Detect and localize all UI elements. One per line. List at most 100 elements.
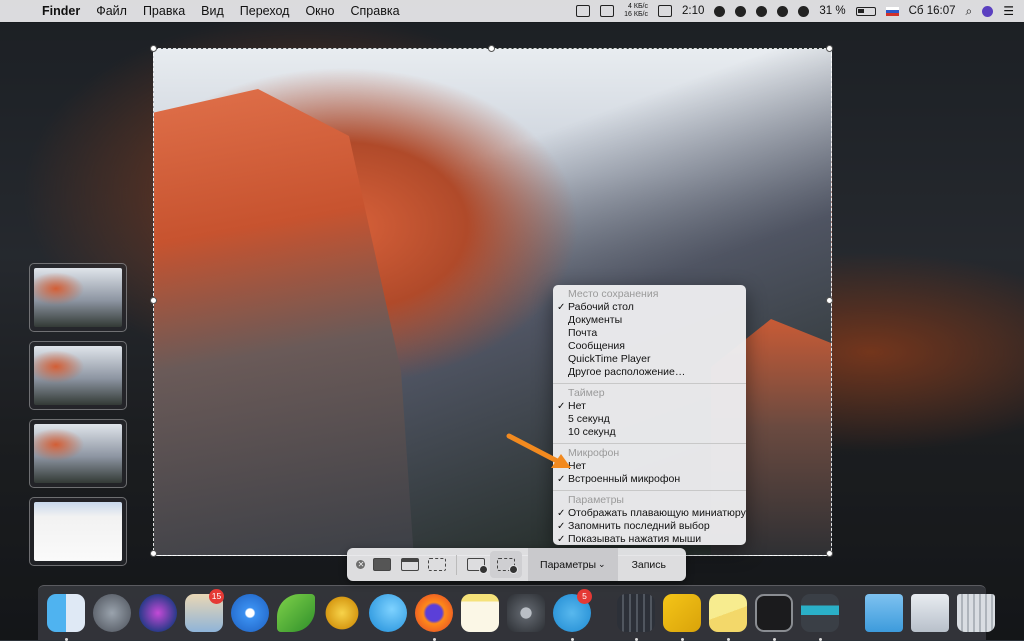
dock-siri[interactable] (136, 591, 180, 635)
dropbox-icon[interactable] (576, 5, 591, 17)
record-selection-icon (497, 558, 519, 574)
finder-icon (47, 594, 85, 632)
file-stack-icon (911, 594, 949, 632)
menu-item-timer-none[interactable]: ✓ Нет (553, 400, 746, 413)
close-toolbar-button[interactable]: ✕ (353, 548, 369, 581)
menu-item-timer-5s[interactable]: 5 секунд (553, 413, 746, 426)
menu-item-timer-10s[interactable]: 10 секунд (553, 426, 746, 439)
options-label: Параметры (540, 558, 597, 571)
dock-telegram[interactable]: 5 (550, 589, 594, 641)
dock-terminal[interactable] (752, 591, 796, 641)
capture-selection-button[interactable] (423, 548, 450, 581)
screenshot-thumbnail[interactable] (29, 497, 127, 566)
dock-launchpad[interactable] (90, 591, 134, 635)
thumbnail-image (34, 268, 122, 327)
resize-handle[interactable] (150, 45, 157, 52)
menu-item-floating-thumbnail[interactable]: ✓ Отображать плавающую миниатюру (553, 507, 746, 520)
menu-window[interactable]: Окно (297, 4, 342, 18)
monitor-icon[interactable] (658, 5, 673, 17)
menu-header-microphone: Микрофон (568, 447, 620, 459)
resize-handle[interactable] (826, 45, 833, 52)
screenshot-thumbnail[interactable] (29, 263, 127, 332)
screenshot-thumbnail[interactable] (29, 341, 127, 410)
menu-separator (553, 443, 746, 444)
clipboard-icon[interactable] (600, 5, 615, 17)
menu-go[interactable]: Переход (232, 4, 298, 18)
battery-icon[interactable] (855, 6, 876, 16)
dock-stickies[interactable] (706, 591, 750, 641)
menu-item-desktop[interactable]: ✓ Рабочий стол (553, 301, 746, 314)
dock-tes[interactable] (320, 591, 364, 635)
menu-item-mic-none[interactable]: Нет (553, 460, 746, 473)
menu-item-quicktime[interactable]: QuickTime Player (553, 353, 746, 366)
dock-folder-downloads[interactable] (862, 591, 906, 635)
clock[interactable]: Сб 16:07 (909, 5, 956, 17)
timer-readout[interactable]: 2:10 (682, 5, 704, 17)
dock-photos-app[interactable]: 15 (182, 589, 226, 635)
vpn-icon[interactable] (756, 5, 768, 17)
app-menu-finder[interactable]: Finder (34, 4, 88, 18)
menu-item-mic-builtin[interactable]: ✓ Встроенный микрофон (553, 473, 746, 486)
record-button[interactable]: Запись (618, 559, 680, 571)
dock: 15 5 (38, 585, 995, 641)
menu-item-messages[interactable]: Сообщения (553, 340, 746, 353)
menu-view[interactable]: Вид (193, 4, 232, 18)
chevron-down-icon: ⌄ (598, 559, 606, 569)
resize-handle[interactable] (150, 297, 157, 304)
menu-item-label: Рабочий стол (568, 301, 634, 313)
screenshot-thumbnail[interactable] (29, 419, 127, 488)
menu-item-label: Отображать плавающую миниатюру (568, 507, 746, 519)
menu-header-options: Параметры (568, 494, 624, 506)
network-speed[interactable]: 4 КБ/с 16 КБ/с (624, 3, 648, 19)
record-selection-button[interactable] (490, 548, 523, 581)
dock-trash[interactable] (954, 591, 998, 635)
sync-icon[interactable] (714, 5, 726, 17)
menu-help[interactable]: Справка (343, 4, 408, 18)
menu-item-other-location[interactable]: Другое расположение… (553, 366, 746, 379)
record-entire-screen-button[interactable] (463, 548, 490, 581)
checkmark-icon: ✓ (557, 534, 566, 545)
sticky-notes-icon (709, 594, 747, 632)
dock-server-app[interactable] (614, 591, 658, 641)
dock-app-blue[interactable] (366, 591, 410, 635)
input-source-flag-icon[interactable] (885, 6, 899, 16)
dock-folder-stack[interactable] (908, 591, 952, 635)
battery-percent[interactable]: 31 % (819, 5, 845, 17)
thumbnail-image (34, 346, 122, 405)
wifi-icon[interactable] (798, 5, 810, 17)
spotlight-search-icon[interactable]: ⌕ (966, 4, 973, 19)
resize-handle[interactable] (150, 550, 157, 557)
dock-finder[interactable] (44, 591, 88, 641)
menu-edit[interactable]: Правка (135, 4, 193, 18)
menu-item-mail[interactable]: Почта (553, 327, 746, 340)
selection-icon (427, 558, 446, 571)
rocket-icon (93, 594, 131, 632)
dock-notes[interactable] (458, 591, 502, 635)
checkmark-icon: ✓ (557, 302, 566, 313)
window-icon (400, 558, 419, 571)
notification-center-icon[interactable]: ☰ (1003, 4, 1014, 18)
dock-disk-utility[interactable] (504, 591, 548, 635)
record-screen-icon (467, 558, 489, 574)
capture-window-button[interactable] (396, 548, 423, 581)
entire-screen-icon (373, 558, 392, 571)
siri-icon[interactable] (982, 5, 994, 17)
dock-installer[interactable] (798, 591, 842, 641)
bluetooth-icon[interactable] (777, 5, 789, 17)
resize-handle[interactable] (826, 550, 833, 557)
menu-item-remember-last[interactable]: ✓ Запомнить последний выбор (553, 520, 746, 533)
resize-handle[interactable] (488, 45, 495, 52)
dock-evernote[interactable] (274, 591, 318, 635)
resize-handle[interactable] (826, 297, 833, 304)
compass-icon (231, 594, 269, 632)
menu-item-documents[interactable]: Документы (553, 314, 746, 327)
menu-file[interactable]: Файл (88, 4, 135, 18)
capture-entire-screen-button[interactable] (369, 548, 396, 581)
menu-item-show-clicks[interactable]: ✓ Показывать нажатия мыши (553, 533, 746, 546)
dock-safari[interactable] (228, 591, 272, 635)
dock-forklift[interactable] (660, 591, 704, 641)
dock-firefox[interactable] (412, 591, 456, 641)
menu-item-label: Сообщения (568, 340, 625, 352)
skype-icon[interactable] (735, 5, 747, 17)
options-button[interactable]: Параметры ⌄ (528, 548, 618, 581)
